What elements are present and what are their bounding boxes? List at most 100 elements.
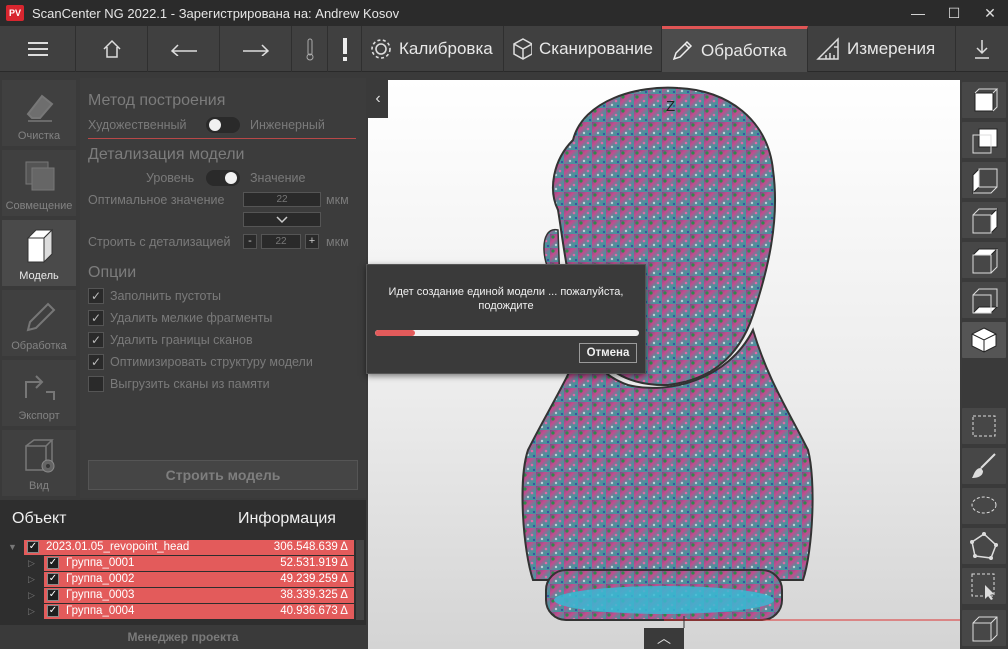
option-label: Удалить мелкие фрагменты — [110, 311, 273, 325]
select-all-button[interactable] — [962, 610, 1006, 646]
rect-select-button[interactable] — [962, 408, 1006, 444]
expand-bottom-button[interactable]: ︿ — [644, 628, 684, 649]
optimal-value-field[interactable]: 22 — [243, 192, 321, 207]
progress-message: Идет создание единой модели ... пожалуйс… — [388, 286, 624, 312]
method-title: Метод построения — [88, 92, 226, 109]
select-move-button[interactable] — [962, 568, 1006, 604]
warning-indicator — [328, 26, 362, 72]
maximize-button[interactable]: ☐ — [936, 0, 972, 26]
detail-toggle[interactable] — [206, 170, 240, 186]
tool-export[interactable]: Экспорт — [2, 360, 76, 426]
undo-button[interactable] — [148, 26, 220, 72]
home-button[interactable] — [76, 26, 148, 72]
item-checkbox[interactable]: ✓ — [47, 589, 59, 601]
tab-processing[interactable]: Обработка — [662, 26, 808, 72]
build-model-button[interactable]: Строить модель — [88, 460, 358, 490]
collapsed-arrow-icon[interactable]: ▷ — [28, 574, 35, 585]
list-item[interactable]: ✓ Группа_0001 52.531.919 Δ — [44, 556, 354, 571]
option-remove-fragments-checkbox[interactable]: ✓ — [88, 310, 104, 326]
increment-button[interactable]: + — [305, 234, 319, 249]
exclamation-icon — [342, 38, 347, 61]
project-manager-button[interactable]: Менеджер проекта — [0, 625, 366, 649]
rect-select-icon — [972, 415, 996, 437]
menu-button[interactable] — [0, 26, 76, 72]
view-left-button[interactable] — [962, 162, 1006, 198]
detail-level-label: Уровень — [146, 171, 195, 185]
item-value: 49.239.259 Δ — [280, 573, 348, 585]
tool-model[interactable]: Модель — [2, 220, 76, 286]
list-scrollbar[interactable] — [356, 540, 364, 620]
item-checkbox[interactable]: ✓ — [47, 557, 59, 569]
lasso-select-button[interactable] — [962, 488, 1006, 524]
collapsed-arrow-icon[interactable]: ▷ — [28, 590, 35, 601]
home-icon — [102, 39, 121, 58]
polygon-select-button[interactable] — [962, 528, 1006, 564]
cube-bottom-icon — [971, 288, 999, 314]
view-back-button[interactable] — [962, 122, 1006, 158]
tool-cleaning[interactable]: Очистка — [2, 80, 76, 146]
item-name: Группа_0003 — [66, 589, 135, 601]
arrow-left-icon — [170, 44, 197, 56]
option-remove-borders-checkbox[interactable]: ✓ — [88, 332, 104, 348]
tool-label: Модель — [19, 270, 59, 282]
list-item[interactable]: ✓ 2023.01.05_revopoint_head 306.548.639 … — [24, 540, 354, 555]
tab-measurements[interactable]: Измерения — [808, 26, 956, 72]
window-title: ScanCenter NG 2022.1 - Зарегистрирована … — [32, 5, 400, 21]
view-bottom-button[interactable] — [962, 282, 1006, 318]
arrow-right-icon — [242, 44, 269, 56]
cancel-button[interactable]: Отмена — [579, 343, 637, 363]
detail-dropdown[interactable] — [243, 212, 321, 227]
option-label: Заполнить пустоты — [110, 289, 221, 303]
cube-isometric-icon — [971, 327, 997, 353]
tool-alignment[interactable]: Совмещение — [2, 150, 76, 216]
method-toggle[interactable] — [206, 117, 240, 133]
export-icon — [25, 375, 55, 400]
brush-select-button[interactable] — [962, 448, 1006, 484]
collapsed-arrow-icon[interactable]: ▷ — [28, 606, 35, 617]
view-tools-column — [960, 80, 1008, 649]
tool-view[interactable]: Вид — [2, 430, 76, 496]
item-name: Группа_0001 — [66, 557, 135, 569]
item-checkbox[interactable]: ✓ — [27, 541, 39, 553]
tab-label: Сканирование — [539, 39, 653, 58]
list-item[interactable]: ✓ Группа_0004 40.936.673 Δ — [44, 604, 354, 619]
tab-scanning[interactable]: Сканирование — [504, 26, 662, 72]
collapse-panel-button[interactable]: ‹ — [368, 80, 388, 118]
view-front-button[interactable] — [962, 82, 1006, 118]
view-right-button[interactable] — [962, 202, 1006, 238]
view-isometric-button[interactable] — [962, 322, 1006, 358]
option-label: Оптимизировать структуру модели — [110, 355, 313, 369]
hamburger-icon — [27, 42, 48, 56]
redo-button[interactable] — [220, 26, 292, 72]
chevron-left-icon: ‹ — [375, 90, 381, 107]
pencil-icon — [672, 40, 693, 60]
view-top-button[interactable] — [962, 242, 1006, 278]
tool-processing[interactable]: Обработка — [2, 290, 76, 356]
list-item[interactable]: ✓ Группа_0002 49.239.259 Δ — [44, 572, 354, 587]
info-column-header: Информация — [238, 510, 336, 527]
item-checkbox[interactable]: ✓ — [47, 573, 59, 585]
item-value: 52.531.919 Δ — [280, 557, 348, 569]
decrement-button[interactable]: - — [243, 234, 257, 249]
object-column-header: Объект — [12, 510, 67, 527]
tab-calibration[interactable]: Калибровка — [362, 26, 504, 72]
option-unload-scans-checkbox[interactable] — [88, 376, 104, 392]
collapsed-arrow-icon[interactable]: ▷ — [28, 558, 35, 569]
cube-icon — [26, 228, 54, 264]
cube-top-icon — [971, 248, 999, 274]
item-checkbox[interactable]: ✓ — [47, 605, 59, 617]
build-detail-field[interactable]: 22 — [261, 234, 301, 249]
detail-title: Детализация модели — [88, 146, 245, 163]
list-item[interactable]: ✓ Группа_0003 38.339.325 Δ — [44, 588, 354, 603]
close-button[interactable]: ✕ — [972, 0, 1008, 26]
polygon-select-icon — [970, 532, 998, 560]
option-fill-holes-checkbox[interactable]: ✓ — [88, 288, 104, 304]
option-optimize-structure-checkbox[interactable]: ✓ — [88, 354, 104, 370]
minimize-button[interactable]: — — [900, 0, 936, 26]
download-button[interactable] — [956, 26, 1008, 72]
expand-arrow-icon[interactable]: ▼ — [8, 542, 17, 552]
tool-label: Экспорт — [18, 410, 60, 422]
divider — [88, 138, 356, 139]
tab-label: Обработка — [701, 40, 787, 60]
temperature-indicator — [292, 26, 328, 72]
